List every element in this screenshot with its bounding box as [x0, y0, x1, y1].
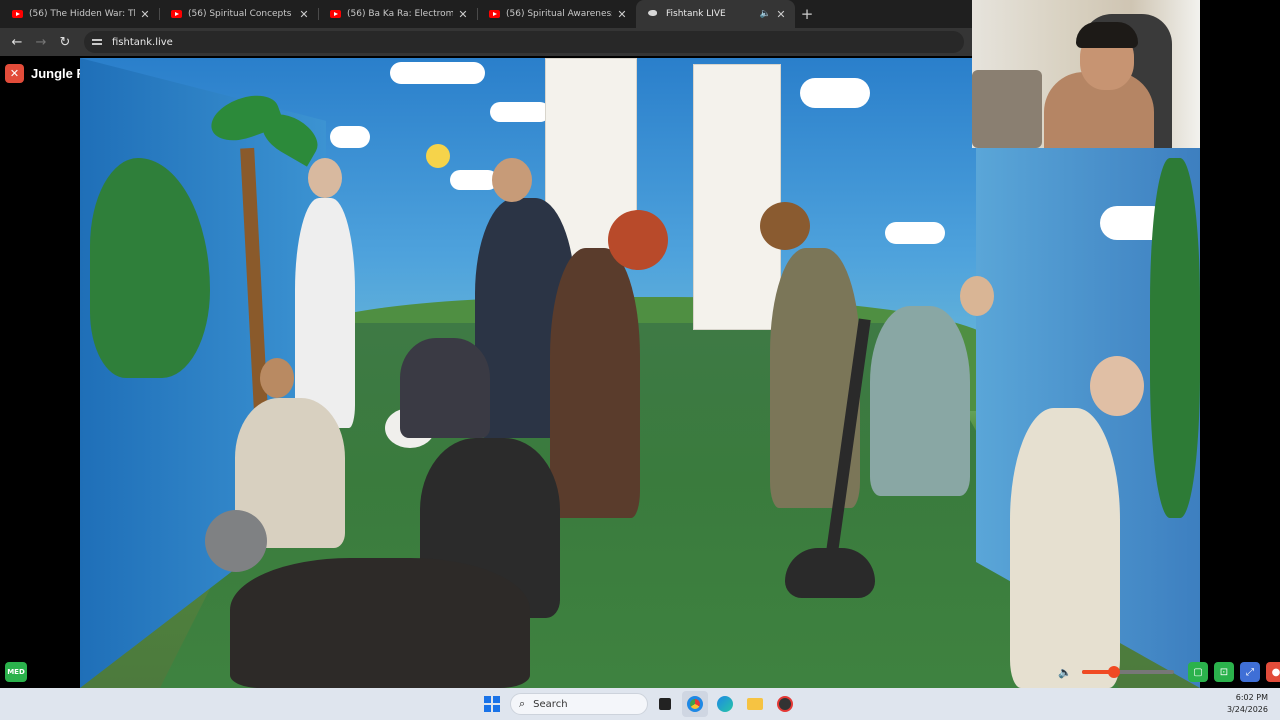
robot-base [785, 548, 875, 598]
cloud [390, 62, 485, 84]
tab-title: (56) Spiritual Awareness Will R [506, 9, 612, 19]
back-arrow-icon[interactable]: ← [6, 31, 28, 53]
person-standing [295, 198, 355, 428]
clock-date: 3/24/2026 [1226, 705, 1268, 714]
tab-title: (56) Ba Ka Ra: Electromagnetic [347, 9, 453, 19]
tab-2[interactable]: (56) Spiritual Concepts Everyon ✕ [159, 0, 318, 28]
close-tab-icon[interactable]: ✕ [457, 8, 469, 21]
cast-icon[interactable]: ⊡ [1214, 662, 1234, 682]
chrome-icon[interactable] [682, 691, 708, 717]
app-icon[interactable] [772, 691, 798, 717]
person-standing [1010, 408, 1120, 688]
screen-icon[interactable]: ▢ [1188, 662, 1208, 682]
tab-1[interactable]: (56) The Hidden War: The Loos ✕ [0, 0, 159, 28]
youtube-icon [12, 10, 23, 18]
person-sitting [400, 338, 490, 438]
cloud [885, 222, 945, 244]
url-text: fishtank.live [112, 36, 173, 48]
windows-start-icon[interactable] [484, 696, 500, 712]
person-standing [550, 248, 640, 518]
reload-icon[interactable]: ↻ [54, 31, 76, 53]
site-settings-icon[interactable] [92, 37, 104, 47]
cloud [800, 78, 870, 108]
live-video-feed[interactable] [80, 58, 1200, 688]
person-head [260, 358, 294, 398]
person-head [1090, 356, 1144, 416]
youtube-icon [489, 10, 500, 18]
white-door [693, 64, 781, 330]
cloud [450, 170, 498, 190]
close-tab-icon[interactable]: ✕ [298, 8, 310, 21]
new-tab-button[interactable]: + [795, 0, 819, 28]
cloud [330, 126, 370, 148]
person-head [308, 158, 342, 198]
person-head [960, 276, 994, 316]
close-tab-icon[interactable]: ✕ [775, 8, 787, 21]
vines [1150, 158, 1200, 518]
person-sitting [870, 306, 970, 496]
youtube-icon [171, 10, 182, 18]
volume-slider[interactable] [1082, 666, 1174, 678]
taskbar-search[interactable]: ⌕ Search [510, 693, 648, 715]
person-sitting [230, 558, 530, 688]
tab-4[interactable]: (56) Spiritual Awareness Will R ✕ [477, 0, 636, 28]
person-head [205, 510, 267, 572]
webcam-overlay [972, 0, 1200, 148]
close-tab-icon[interactable]: ✕ [139, 8, 151, 21]
browser-toolbar: ← → ↻ fishtank.live [0, 28, 972, 56]
tab-fishtank-live[interactable]: Fishtank LIVE 🔈 ✕ [636, 0, 795, 28]
browser-tab-strip: (56) The Hidden War: The Loos ✕ (56) Spi… [0, 0, 972, 28]
clock-time: 6:02 PM [1235, 693, 1268, 702]
person-head [760, 202, 810, 250]
search-placeholder: Search [533, 698, 568, 710]
tab-title: Fishtank LIVE [666, 9, 726, 19]
speaker-icon[interactable]: 🔈 [760, 9, 771, 19]
tab-3[interactable]: (56) Ba Ka Ra: Electromagnetic ✕ [318, 0, 477, 28]
volume-knob[interactable] [1108, 666, 1121, 678]
system-clock[interactable]: 6:02 PM 3/24/2026 [1227, 692, 1268, 716]
screen: { "browser": { "tabs": [ {"title": "(56)… [0, 0, 1280, 720]
person-head [492, 158, 532, 202]
windows-taskbar: ⌕ Search 6:02 PM 3/24/2026 [0, 688, 1280, 720]
file-explorer-icon[interactable] [742, 691, 768, 717]
forward-arrow-icon[interactable]: → [30, 31, 52, 53]
search-icon: ⌕ [519, 697, 526, 710]
edge-icon[interactable] [712, 691, 738, 717]
fishtank-icon [648, 10, 660, 18]
fullscreen-icon[interactable]: ⤢ [1240, 662, 1260, 682]
webcam-background [972, 70, 1042, 148]
volume-icon[interactable]: 🔈 [1058, 666, 1074, 679]
record-icon[interactable]: ● [1266, 662, 1280, 682]
player-controls: 🔈 ▢ ⊡ ⤢ ● [1058, 660, 1280, 684]
close-icon[interactable]: ✕ [5, 64, 24, 83]
tab-title: (56) The Hidden War: The Loos [29, 9, 135, 19]
person-head [608, 210, 668, 270]
close-tab-icon[interactable]: ✕ [616, 8, 628, 21]
address-bar[interactable]: fishtank.live [84, 31, 964, 53]
sun-drawing [426, 144, 450, 168]
youtube-icon [330, 10, 341, 18]
streamer-hair [1076, 22, 1138, 48]
tab-title: (56) Spiritual Concepts Everyon [188, 9, 294, 19]
taskbar-apps: ⌕ Search [480, 688, 798, 720]
task-view-icon[interactable] [652, 691, 678, 717]
quality-badge[interactable]: MED [5, 662, 27, 682]
cloud [490, 102, 550, 122]
